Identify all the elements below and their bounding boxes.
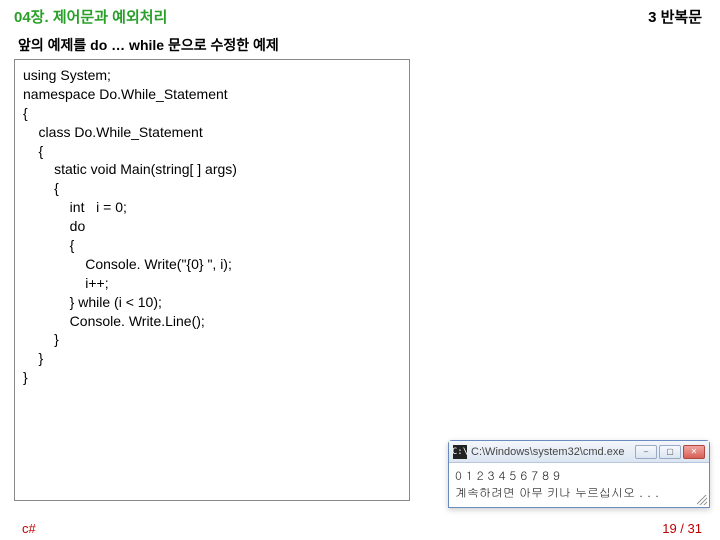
chapter-title: 04장. 제어문과 예외처리 [14,6,167,27]
code-line: } while (i < 10); [23,293,401,312]
code-line: } [23,330,401,349]
console-window: C:\ C:\Windows\system32\cmd.exe – ▢ ✕ 0 … [448,440,710,508]
code-line: { [23,236,401,255]
code-line: { [23,179,401,198]
code-line: Console. Write.Line(); [23,312,401,331]
code-line: static void Main(string[ ] args) [23,160,401,179]
code-line: { [23,142,401,161]
example-subtitle: 앞의 예제를 do … while 문으로 수정한 예제 [0,29,720,59]
code-line: namespace Do.While_Statement [23,85,401,104]
minimize-button[interactable]: – [635,445,657,459]
code-line: Console. Write("{0} ", i); [23,255,401,274]
code-line: do [23,217,401,236]
section-title: 3 반복문 [648,6,702,27]
maximize-button[interactable]: ▢ [659,445,681,459]
code-line: using System; [23,66,401,85]
slide-header: 04장. 제어문과 예외처리 3 반복문 [0,0,720,29]
close-button[interactable]: ✕ [683,445,705,459]
code-line: } [23,368,401,387]
console-output: 0 1 2 3 4 5 6 7 8 9 계속하려면 아무 키나 누르십시오 . … [449,463,709,507]
resize-grip-icon[interactable] [697,495,707,505]
code-line: i++; [23,274,401,293]
console-titlebar[interactable]: C:\ C:\Windows\system32\cmd.exe – ▢ ✕ [449,441,709,463]
code-line: { [23,104,401,123]
code-line: int i = 0; [23,198,401,217]
code-listing: using System; namespace Do.While_Stateme… [14,59,410,501]
console-line: 0 1 2 3 4 5 6 7 8 9 [455,467,703,484]
page-number: 19 / 31 [662,521,702,536]
footer-left: c# [22,521,36,536]
code-line: class Do.While_Statement [23,123,401,142]
window-controls: – ▢ ✕ [635,445,705,459]
console-title: C:\Windows\system32\cmd.exe [471,446,635,458]
cmd-icon: C:\ [453,445,467,459]
code-line: } [23,349,401,368]
console-line: 계속하려면 아무 키나 누르십시오 . . . [455,484,703,501]
slide-footer: c# 19 / 31 [0,521,720,536]
